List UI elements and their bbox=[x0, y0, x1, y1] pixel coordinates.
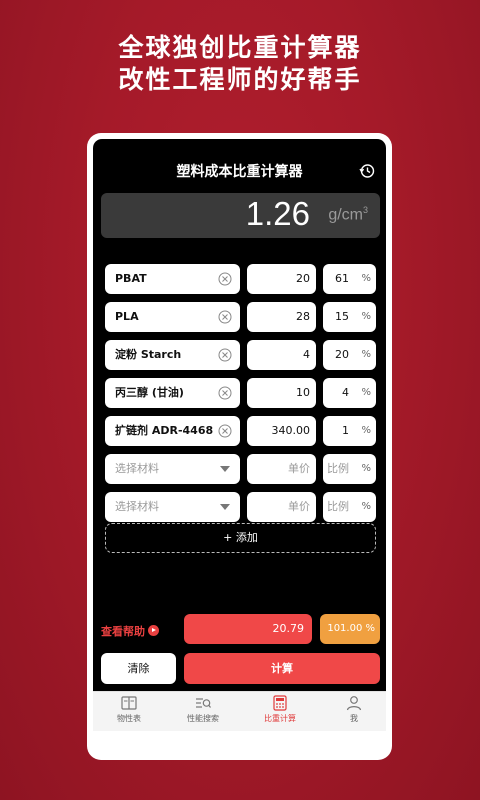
search-list-icon bbox=[196, 698, 211, 708]
density-result-display: 1.26 g/cm3 bbox=[101, 193, 380, 238]
material-name-field[interactable]: 丙三醇 (甘油) bbox=[105, 378, 240, 408]
tab-density-calculator[interactable]: 比重计算 bbox=[250, 695, 310, 724]
play-icon bbox=[148, 625, 159, 636]
app-screen: 塑料成本比重计算器 1.26 g/cm3 PBAT 20 61 % PLA 28… bbox=[93, 139, 386, 691]
headline-line-2: 改性工程师的好帮手 bbox=[118, 65, 362, 94]
material-select[interactable]: 选择材料 bbox=[105, 492, 240, 522]
promo-headline: 全球独创比重计算器 改性工程师的好帮手 bbox=[0, 32, 480, 96]
material-name-field[interactable]: PBAT bbox=[105, 264, 240, 294]
material-name-field[interactable]: 淀粉 Starch bbox=[105, 340, 240, 370]
material-row: PLA 28 15 % bbox=[105, 302, 376, 332]
material-row: 扩链剂 ADR-4468 340.00 1 % bbox=[105, 416, 376, 446]
percent-sign: % bbox=[361, 311, 371, 322]
app-title: 塑料成本比重计算器 bbox=[176, 164, 303, 180]
material-row: PBAT 20 61 % bbox=[105, 264, 376, 294]
material-row: 丙三醇 (甘油) 10 4 % bbox=[105, 378, 376, 408]
unit-price-field[interactable]: 28 bbox=[247, 302, 316, 332]
clear-circle-icon[interactable] bbox=[218, 424, 232, 438]
percent-sign: % bbox=[361, 501, 371, 512]
unit-price-field[interactable]: 340.00 bbox=[247, 416, 316, 446]
unit-price-field[interactable]: 10 bbox=[247, 378, 316, 408]
empty-material-row: 选择材料 单价 比例 % bbox=[105, 454, 376, 484]
material-name-field[interactable]: 扩链剂 ADR-4468 bbox=[105, 416, 240, 446]
phone-frame: 塑料成本比重计算器 1.26 g/cm3 PBAT 20 61 % PLA 28… bbox=[87, 133, 392, 760]
history-icon[interactable] bbox=[359, 163, 375, 179]
unit-price-input[interactable]: 单价 bbox=[247, 492, 316, 522]
clear-circle-icon[interactable] bbox=[218, 272, 232, 286]
calculator-icon bbox=[273, 695, 287, 711]
unit-price-field[interactable]: 4 bbox=[247, 340, 316, 370]
clear-circle-icon[interactable] bbox=[218, 386, 232, 400]
ratio-field[interactable]: 20 % bbox=[323, 340, 376, 370]
clear-circle-icon[interactable] bbox=[218, 310, 232, 324]
material-select[interactable]: 选择材料 bbox=[105, 454, 240, 484]
material-name-field[interactable]: PLA bbox=[105, 302, 240, 332]
clear-button[interactable]: 清除 bbox=[101, 653, 176, 684]
percent-sign: % bbox=[361, 387, 371, 398]
ratio-field[interactable]: 15 % bbox=[323, 302, 376, 332]
material-row: 淀粉 Starch 4 20 % bbox=[105, 340, 376, 370]
calculate-button[interactable]: 计算 bbox=[184, 653, 380, 684]
add-material-button[interactable]: + 添加 bbox=[105, 523, 376, 553]
percent-sign: % bbox=[361, 463, 371, 474]
tab-performance-search[interactable]: 性能搜索 bbox=[173, 695, 233, 724]
person-icon bbox=[346, 696, 362, 711]
help-link[interactable]: 查看帮助 bbox=[101, 623, 159, 639]
total-percent-badge: 101.00 % bbox=[320, 614, 380, 644]
book-icon bbox=[121, 696, 137, 710]
unit-price-input[interactable]: 单价 bbox=[247, 454, 316, 484]
ratio-input[interactable]: 比例 % bbox=[323, 492, 376, 522]
bottom-tab-bar: 物性表 性能搜索 比重计算 我 bbox=[93, 691, 386, 731]
percent-sign: % bbox=[361, 425, 371, 436]
caret-down-icon bbox=[220, 504, 230, 510]
ratio-field[interactable]: 1 % bbox=[323, 416, 376, 446]
clear-circle-icon[interactable] bbox=[218, 348, 232, 362]
density-value: 1.26 bbox=[245, 195, 310, 232]
headline-line-1: 全球独创比重计算器 bbox=[118, 33, 362, 62]
empty-material-row: 选择材料 单价 比例 % bbox=[105, 492, 376, 522]
cost-result: 20.79 bbox=[184, 614, 312, 644]
density-unit: g/cm3 bbox=[328, 205, 368, 224]
ratio-input[interactable]: 比例 % bbox=[323, 454, 376, 484]
tab-me[interactable]: 我 bbox=[324, 695, 384, 724]
unit-price-field[interactable]: 20 bbox=[247, 264, 316, 294]
ratio-field[interactable]: 4 % bbox=[323, 378, 376, 408]
ratio-field[interactable]: 61 % bbox=[323, 264, 376, 294]
caret-down-icon bbox=[220, 466, 230, 472]
tab-property-table[interactable]: 物性表 bbox=[99, 695, 159, 724]
percent-sign: % bbox=[361, 273, 371, 284]
percent-sign: % bbox=[361, 349, 371, 360]
